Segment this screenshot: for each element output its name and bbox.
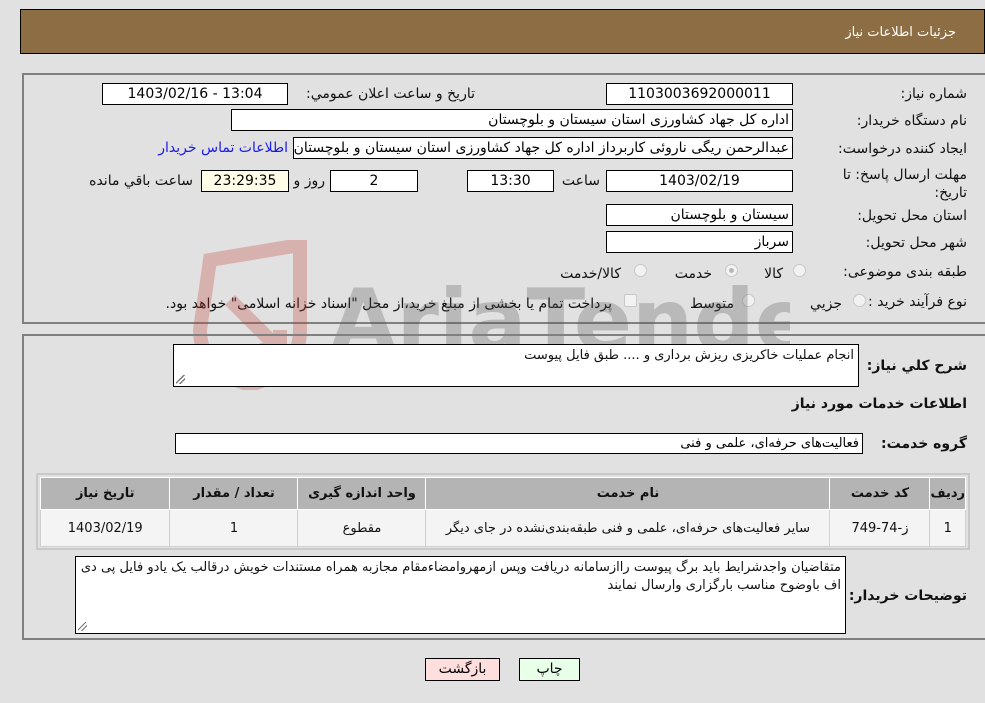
category-option-goods: کالا xyxy=(764,266,783,282)
page-header: جزئیات اطلاعات نیاز xyxy=(20,9,985,54)
col-header-code: کد خدمت xyxy=(829,477,931,510)
province-field: سیستان و بلوچستان xyxy=(606,204,793,226)
services-section-title: اطلاعات خدمات مورد نیاز xyxy=(791,396,967,412)
col-header-row: ردیف xyxy=(929,477,966,510)
deadline-time-label: ساعت xyxy=(561,173,600,189)
process-label: نوع فرآیند خرید : xyxy=(868,294,967,310)
print-button[interactable]: چاپ xyxy=(519,658,580,681)
process-radio-minor[interactable] xyxy=(853,294,866,307)
cell-name: سایر فعالیت‌های حرفه‌ای، علمی و فنی طبقه… xyxy=(425,509,831,547)
deadline-label: مهلت ارسال پاسخ: تا تاریخ: xyxy=(842,167,967,201)
days-field: 2 xyxy=(330,170,418,192)
summary-text: انجام عملیات خاکریزی ریزش برداری و .... … xyxy=(524,348,854,363)
cell-date: 1403/02/19 xyxy=(39,509,171,547)
announce-label: تاریخ و ساعت اعلان عمومي: xyxy=(306,86,475,102)
col-header-unit: واحد اندازه گیری xyxy=(297,477,427,510)
remaining-label: ساعت باقي مانده xyxy=(89,173,193,189)
remaining-time-field: 23:29:35 xyxy=(201,170,289,192)
payment-note: پرداخت تمام یا بخشی از مبلغ خرید،از محل … xyxy=(165,296,612,312)
services-table: ردیف کد خدمت نام خدمت واحد اندازه گیری ت… xyxy=(39,477,966,547)
category-option-goods-service: کالا/خدمت xyxy=(560,266,621,282)
buyer-contact-link[interactable]: اطلاعات تماس خریدار xyxy=(158,140,288,156)
table-row: 1 ز-74-749 سایر فعالیت‌های حرفه‌ای، علمی… xyxy=(39,509,966,547)
process-option-medium: متوسط xyxy=(690,296,734,312)
cell-code: ز-74-749 xyxy=(829,509,931,547)
requester-label: ایجاد کننده درخواست: xyxy=(838,141,967,157)
service-group-label: گروه خدمت: xyxy=(881,436,967,452)
cell-row: 1 xyxy=(929,509,966,547)
treasury-payment-checkbox[interactable] xyxy=(624,294,637,307)
summary-label: شرح کلي نیاز: xyxy=(866,358,967,374)
category-radio-goods-service[interactable] xyxy=(634,264,647,277)
cell-unit: مقطوع xyxy=(297,509,427,547)
days-label: روز و xyxy=(293,173,326,189)
page-title: جزئیات اطلاعات نیاز xyxy=(845,25,956,40)
requester-field: عبدالرحمن ریگی ناروئی کاربرداز اداره کل … xyxy=(293,137,793,159)
province-label: استان محل تحویل: xyxy=(857,208,967,224)
buyer-notes-textarea[interactable]: متقاضیان واجدشرایط باید برگ پیوست راازسا… xyxy=(75,556,846,634)
process-radio-medium[interactable] xyxy=(742,294,755,307)
category-label: طبقه بندی موضوعی: xyxy=(843,264,967,280)
deadline-time-field: 13:30 xyxy=(467,170,554,192)
resize-grip-icon[interactable] xyxy=(78,622,87,631)
category-option-service: خدمت xyxy=(674,266,712,282)
col-header-name: نام خدمت xyxy=(425,477,831,510)
buyer-notes-label: توضیحات خریدار: xyxy=(848,588,967,604)
buyer-org-label: نام دستگاه خریدار: xyxy=(856,113,967,129)
buyer-notes-text: متقاضیان واجدشرایط باید برگ پیوست راازسا… xyxy=(80,560,841,593)
city-label: شهر محل تحویل: xyxy=(865,235,967,251)
need-number-field: 1103003692000011 xyxy=(606,83,793,105)
summary-textarea[interactable]: انجام عملیات خاکریزی ریزش برداری و .... … xyxy=(173,344,859,387)
back-button[interactable]: بازگشت xyxy=(425,658,500,681)
deadline-date-field: 1403/02/19 xyxy=(606,170,793,192)
service-group-field: فعالیت‌های حرفه‌ای، علمی و فنی xyxy=(175,433,863,454)
city-field: سرباز xyxy=(606,231,793,253)
resize-grip-icon[interactable] xyxy=(176,375,185,384)
cell-qty: 1 xyxy=(169,509,299,547)
announce-datetime-field: 1403/02/16 - 13:04 xyxy=(102,83,288,105)
process-option-minor: جزيي xyxy=(810,296,842,312)
buyer-org-field: اداره کل جهاد کشاورزی استان سیستان و بلو… xyxy=(231,109,793,131)
category-radio-goods[interactable] xyxy=(793,264,806,277)
need-number-label: شماره نیاز: xyxy=(900,86,968,102)
col-header-date: تاریخ نیاز xyxy=(39,477,171,510)
col-header-qty: تعداد / مقدار xyxy=(169,477,299,510)
category-radio-service[interactable] xyxy=(725,264,738,277)
